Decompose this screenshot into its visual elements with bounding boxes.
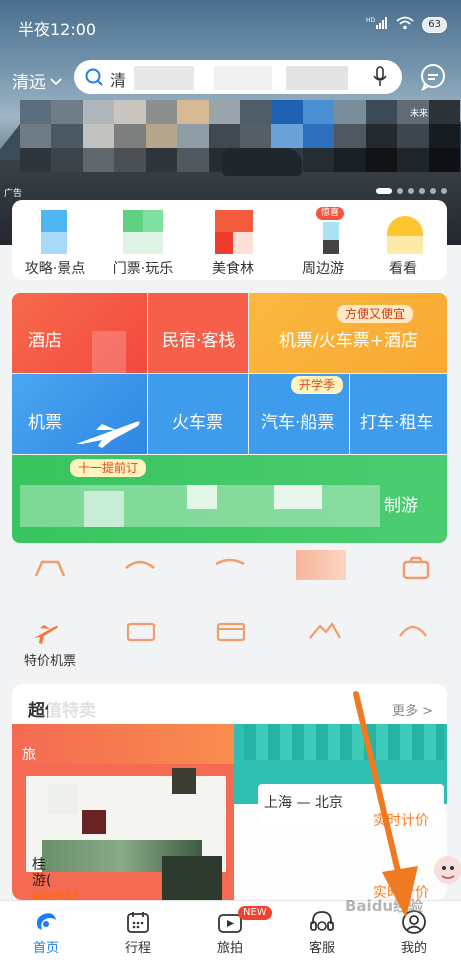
hotel-label: 酒店 <box>28 331 62 351</box>
tab-label: 首页 <box>32 941 59 956</box>
package-price: ¥929起 <box>32 891 79 900</box>
ticket-icon <box>123 210 163 254</box>
orange-icon[interactable] <box>30 552 70 582</box>
car-image <box>222 148 302 176</box>
bus-tile[interactable]: 汽车·船票 开学季 <box>249 374 349 454</box>
minsu-tile[interactable]: 民宿·客栈 <box>148 293 248 373</box>
ticket-outline-icon[interactable] <box>124 618 164 648</box>
quick-entry-watch[interactable]: 看看 <box>368 210 438 278</box>
bus-tag: 开学季 <box>291 376 344 394</box>
new-badge: NEW <box>238 906 272 920</box>
quick-entry-label: 看看 <box>389 261 417 277</box>
quick-entry-guide[interactable]: 攻略·景点 <box>20 210 90 278</box>
more-link[interactable]: 更多 > <box>392 700 433 719</box>
quick-entry-tickets[interactable]: 门票·玩乐 <box>108 210 178 278</box>
microphone-icon[interactable] <box>372 66 388 92</box>
search-blur <box>134 66 194 90</box>
quick-entry-label: 攻略·景点 <box>24 261 86 277</box>
watch-icon <box>383 210 423 254</box>
tab-label: 客服 <box>308 941 335 956</box>
umbrella-outline-icon[interactable] <box>396 618 436 648</box>
city-label: 清远 <box>12 73 46 93</box>
card-outline-icon[interactable] <box>214 618 254 648</box>
travel-blur <box>84 491 124 527</box>
quick-entry-card: 攻略·景点 门票·玩乐 美食林 周边游 看看 <box>12 200 447 280</box>
route-price: 实时计价 <box>373 813 429 829</box>
preorder-tag: 十一提前订 <box>70 459 147 477</box>
quick-entry-nearby[interactable]: 周边游 <box>288 210 358 278</box>
ad-label: 广告 <box>4 189 23 199</box>
chevron-down-icon <box>50 71 62 91</box>
svg-text:HD: HD <box>366 17 376 24</box>
clock: 半夜12:00 <box>18 20 97 39</box>
tab-label: 旅拍 <box>216 941 243 956</box>
calendar-icon <box>108 907 168 937</box>
city-selector[interactable]: 清远 <box>12 68 62 93</box>
custom-tour-label: 制游 <box>384 496 418 516</box>
headset-icon <box>292 907 352 937</box>
tab-itinerary[interactable]: 行程 <box>108 907 168 956</box>
mountain-outline-icon[interactable] <box>306 618 346 648</box>
mascot-icon[interactable] <box>426 848 461 898</box>
combo-tile[interactable]: 机票/火车票+酒店 方便又便宜 <box>249 293 447 373</box>
wifi-icon <box>396 16 414 34</box>
search-blur <box>214 66 272 90</box>
building-icon <box>92 331 126 373</box>
quick-entry-label: 周边游 <box>302 261 344 277</box>
hotel-tile[interactable]: 酒店 <box>12 293 147 373</box>
airplane-icon[interactable] <box>30 618 70 648</box>
travel-label: 旅 <box>22 747 36 763</box>
flight-tile[interactable]: 机票 <box>12 374 147 454</box>
tab-label: 行程 <box>124 941 151 956</box>
train-label: 火车票 <box>172 413 223 433</box>
search-icon <box>84 67 104 91</box>
orange-icon[interactable] <box>120 552 160 582</box>
quick-entry-label: 门票·玩乐 <box>112 261 174 277</box>
airplane-icon <box>72 414 142 455</box>
train-tile[interactable]: 火车票 <box>148 374 248 454</box>
search-query-text: 清 <box>110 71 127 90</box>
title-blur <box>48 700 138 718</box>
minsu-label: 民宿·客栈 <box>162 331 236 351</box>
guide-icon <box>35 210 75 254</box>
home-icon <box>16 907 76 937</box>
food-icon <box>213 210 253 254</box>
taxi-tile[interactable]: 打车·租车 <box>350 374 447 454</box>
signal-icon: HD <box>366 16 388 34</box>
combo-label: 机票/火车票+酒店 <box>279 331 418 351</box>
tab-service[interactable]: 客服 <box>292 907 352 956</box>
bus-label: 汽车·船票 <box>261 413 335 433</box>
travel-blur <box>187 485 217 509</box>
quick-entry-food[interactable]: 美食林 <box>198 210 268 278</box>
tab-label: 我的 <box>400 941 427 956</box>
message-icon[interactable] <box>418 62 448 92</box>
search-input[interactable]: 清 <box>74 60 402 94</box>
hot-badge: 惊喜 <box>316 207 345 220</box>
travel-tile[interactable]: 十一提前订 制游 <box>12 455 447 543</box>
search-blur <box>286 66 348 90</box>
baidu-watermark: Baidu经验 <box>345 897 424 915</box>
orange-blur-icon[interactable] <box>296 550 346 580</box>
travel-blur <box>274 485 322 509</box>
cheap-flight-label[interactable]: 特价机票 <box>24 650 76 669</box>
banner-small-text: 未来 <box>410 109 429 119</box>
status-bar: 半夜12:00 HD 63 <box>0 0 461 52</box>
orange-icon[interactable] <box>396 552 436 582</box>
combo-tag: 方便又便宜 <box>337 305 414 323</box>
service-grid: 酒店 民宿·客栈 机票/火车票+酒店 方便又便宜 机票 火车票 汽车·船票 开学… <box>12 293 447 543</box>
tab-home[interactable]: 首页 <box>16 907 76 956</box>
quick-entry-label: 美食林 <box>212 261 254 277</box>
battery-icon: 63 <box>422 17 447 33</box>
orange-icon[interactable] <box>210 552 250 582</box>
flight-label: 机票 <box>28 413 62 433</box>
carousel-indicator <box>376 188 447 194</box>
taxi-label: 打车·租车 <box>360 413 434 433</box>
deals-card: 超值特卖 更多 > 旅 桂 游( ¥929起 上海 — 北京 实时计价 实时计价 <box>12 684 447 900</box>
